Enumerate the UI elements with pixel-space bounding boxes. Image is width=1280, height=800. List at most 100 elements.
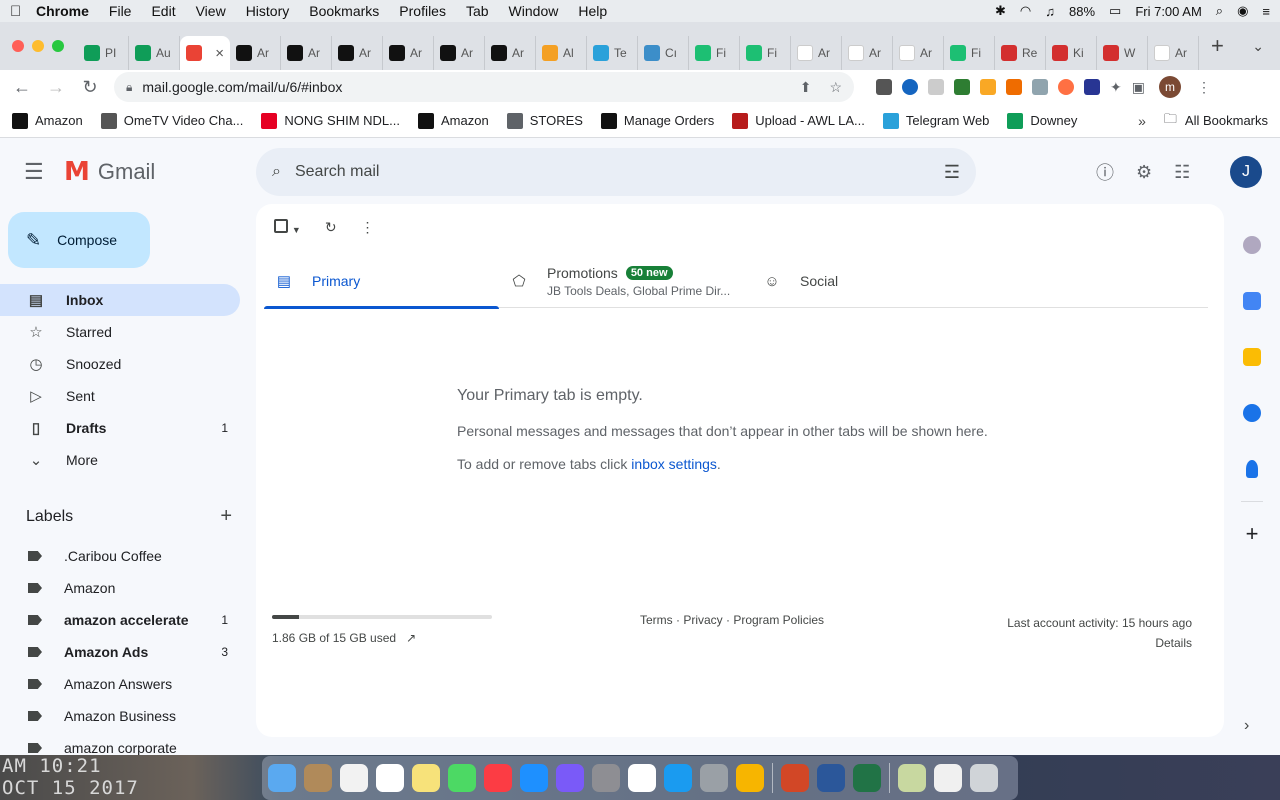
label-item[interactable]: amazon corporate [0, 732, 240, 755]
all-bookmarks-button[interactable]: 🗀︎ All Bookmarks [1164, 110, 1268, 132]
chrome-menu-icon[interactable]: ⋮ [1197, 79, 1211, 96]
policy-links[interactable]: Terms · Privacy · Program Policies [640, 613, 824, 627]
calendar-icon[interactable] [376, 764, 404, 792]
support-icon[interactable]: ⓘ [1096, 159, 1114, 185]
select-all-checkbox[interactable]: ▼ [274, 219, 301, 236]
browser-tab[interactable]: Al [536, 36, 587, 70]
label-item[interactable]: amazon accelerate 1 [0, 604, 240, 636]
menu-tab[interactable]: Tab [466, 3, 489, 19]
app-store-icon[interactable] [520, 764, 548, 792]
sidebar-item-drafts[interactable]: ▯ Drafts 1 [0, 412, 240, 444]
browser-tab[interactable]: Re [995, 36, 1046, 70]
sidebar-item-sent[interactable]: ▷ Sent [0, 380, 240, 412]
inbox-settings-link[interactable]: inbox settings [631, 456, 717, 472]
extension-a-icon[interactable] [980, 79, 996, 95]
account-avatar[interactable]: J [1230, 156, 1262, 188]
extension-circle-icon[interactable] [1058, 79, 1074, 95]
browser-tab[interactable]: Ar [434, 36, 485, 70]
minimize-window-button[interactable] [32, 40, 44, 52]
close-tab-icon[interactable]: × [215, 45, 224, 62]
word-icon[interactable] [817, 764, 845, 792]
bookmark-item[interactable]: STORES [506, 112, 583, 129]
create-label-icon[interactable]: + [220, 505, 232, 528]
battery-percent[interactable]: 88% [1069, 4, 1095, 19]
apple-icon[interactable]:  [10, 3, 36, 20]
rail-ghost-app[interactable] [1232, 217, 1272, 273]
wifi-icon[interactable]: ◠ [1020, 3, 1031, 19]
browser-tab[interactable]: Ar [791, 36, 842, 70]
browser-tab[interactable]: Ki [1046, 36, 1097, 70]
battery-icon[interactable]: ▭ [1109, 3, 1121, 19]
excel-icon[interactable] [853, 764, 881, 792]
label-item[interactable]: Amazon Ads 3 [0, 636, 240, 668]
powerpoint-icon[interactable] [781, 764, 809, 792]
menu-clock[interactable]: Fri 7:00 AM [1135, 4, 1201, 19]
browser-tab[interactable]: W [1097, 36, 1148, 70]
bookmark-item[interactable]: Amazon [418, 112, 489, 129]
search-bar[interactable]: ⌕ Search mail ☲ [256, 148, 976, 196]
browser-tab[interactable]: Fi [689, 36, 740, 70]
facetime-icon[interactable] [448, 764, 476, 792]
browser-tab[interactable]: Ar [485, 36, 536, 70]
search-options-icon[interactable]: ☲ [944, 162, 960, 183]
rail-contacts[interactable] [1232, 441, 1272, 497]
reminders-icon[interactable] [340, 764, 368, 792]
zoom-window-button[interactable] [52, 40, 64, 52]
sidebar-item-snoozed[interactable]: ◷ Snoozed [0, 348, 240, 380]
chrome-profile-avatar[interactable]: m [1158, 76, 1181, 98]
sidebar-item-more[interactable]: ⌄ More [0, 444, 240, 476]
control-center-icon[interactable]: ≡ [1262, 4, 1270, 19]
url-text[interactable]: mail.google.com/mail/u/6/#inbox [142, 79, 342, 95]
sidebar-item-inbox[interactable]: ▤ Inbox [0, 284, 240, 316]
siri-icon[interactable] [556, 764, 584, 792]
compose-button[interactable]: ✎ Compose [8, 212, 150, 268]
browser-tab[interactable]: Ar [230, 36, 281, 70]
bookmark-item[interactable]: NONG SHIM NDL... [261, 112, 400, 129]
contacts-icon[interactable] [304, 764, 332, 792]
menu-window[interactable]: Window [509, 3, 559, 19]
menu-edit[interactable]: Edit [151, 3, 175, 19]
browser-tab[interactable]: Fi [944, 36, 995, 70]
close-window-button[interactable] [12, 40, 24, 52]
forward-button[interactable]: → [46, 77, 66, 98]
browser-tab[interactable]: Ar [842, 36, 893, 70]
menu-bookmarks[interactable]: Bookmarks [309, 3, 379, 19]
siri-icon[interactable]: ◉ [1237, 3, 1248, 19]
extension-shop-icon[interactable] [1032, 79, 1048, 95]
bookmarks-overflow-button[interactable]: » [1138, 113, 1146, 129]
music-icon[interactable] [484, 764, 512, 792]
details-link[interactable]: Details [1007, 633, 1192, 653]
main-menu-icon[interactable]: ☰ [24, 159, 44, 185]
new-tab-button[interactable]: + [1211, 33, 1224, 59]
notes-icon[interactable] [412, 764, 440, 792]
open-external-icon[interactable]: ↗ [406, 631, 416, 645]
documents-icon[interactable] [934, 764, 962, 792]
bookmark-item[interactable]: OmeTV Video Cha... [100, 112, 243, 129]
bookmark-item[interactable]: Telegram Web [882, 112, 989, 129]
preview-icon[interactable] [898, 764, 926, 792]
gmail-logo[interactable]: M Gmail [64, 157, 155, 187]
search-icon[interactable]: ⌕ [272, 163, 281, 181]
browser-tab[interactable]: Ar [281, 36, 332, 70]
browser-tab[interactable]: Ar [383, 36, 434, 70]
browser-tab[interactable]: PI [78, 36, 129, 70]
extension-blue-icon[interactable] [902, 79, 918, 95]
address-bar[interactable]: 🔒︎ mail.google.com/mail/u/6/#inbox ⬆ ☆ [114, 72, 854, 102]
lock-icon[interactable]: 🔒︎ [126, 80, 132, 95]
extension-plane-icon[interactable] [928, 79, 944, 95]
reload-button[interactable]: ↻ [80, 77, 100, 98]
rail-keep[interactable] [1232, 329, 1272, 385]
share-icon[interactable]: ⬆ [800, 79, 812, 96]
extension-off2-icon[interactable] [1006, 79, 1022, 95]
select-dropdown-icon[interactable]: ▼ [292, 225, 301, 235]
search-input[interactable]: Search mail [295, 163, 379, 181]
label-item[interactable]: .Caribou Coffee [0, 540, 240, 572]
more-options-icon[interactable]: ⋮ [361, 219, 375, 236]
tab-promotions[interactable]: ⬠ Promotions 50 new JB Tools Deals, Glob… [499, 254, 752, 308]
browser-tab[interactable]: Ar [1148, 36, 1199, 70]
volume-icon[interactable]: ♫ [1045, 4, 1055, 19]
bookmark-star-icon[interactable]: ☆ [829, 79, 842, 96]
bluetooth-icon[interactable]: ✱ [995, 3, 1006, 19]
rail-calendar[interactable] [1232, 273, 1272, 329]
menu-file[interactable]: File [109, 3, 132, 19]
